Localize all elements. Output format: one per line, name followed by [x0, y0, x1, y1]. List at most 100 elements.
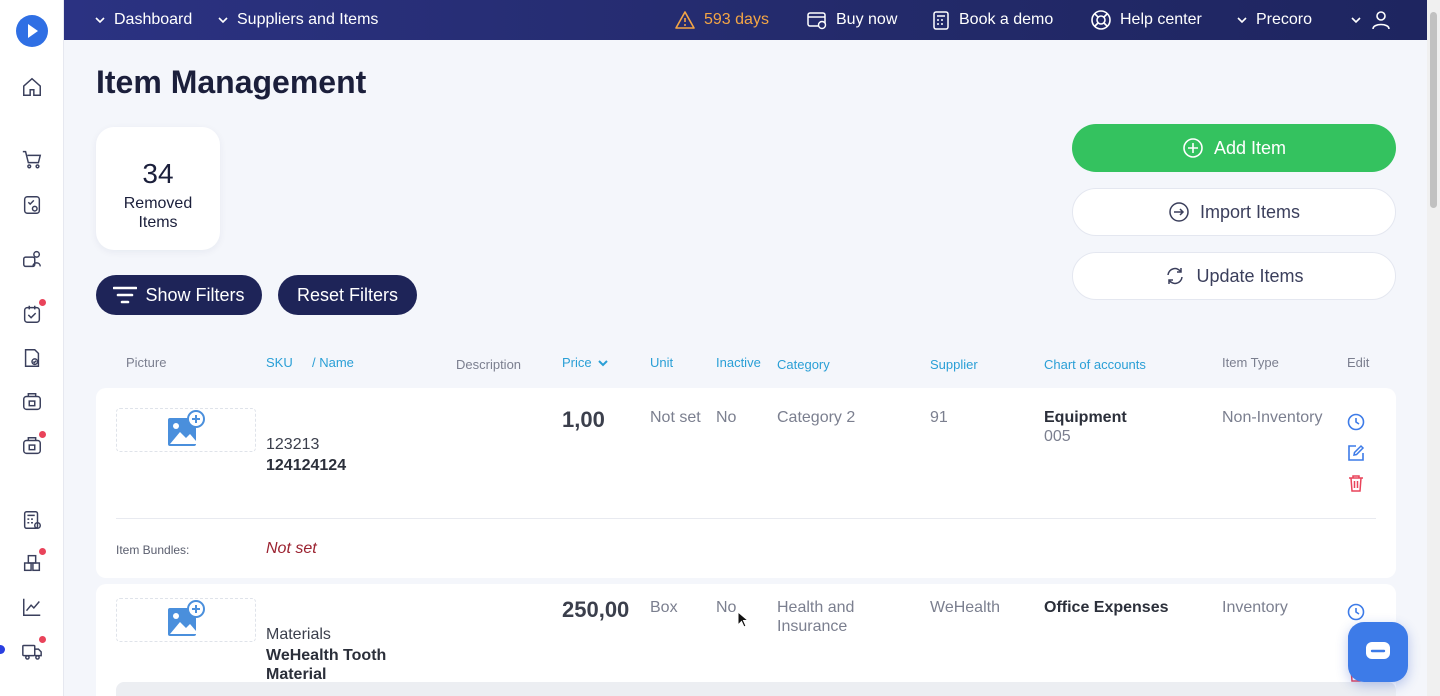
- item-unit: Box: [650, 599, 678, 616]
- item-price: 250,00: [562, 597, 630, 622]
- home-icon[interactable]: [20, 75, 44, 99]
- help-center-link[interactable]: Help center: [1090, 0, 1202, 40]
- row-divider: [116, 518, 1376, 519]
- header-unit[interactable]: Unit: [650, 355, 673, 370]
- notification-dot: [39, 431, 46, 438]
- header-sku[interactable]: SKU: [266, 355, 293, 370]
- chevron-down-icon: [1237, 17, 1247, 24]
- budgets-icon[interactable]: [20, 508, 44, 532]
- item-name-line1[interactable]: WeHealth Tooth: [266, 646, 386, 665]
- chat-widget-button[interactable]: [1348, 622, 1408, 682]
- approvals-icon[interactable]: [20, 299, 46, 326]
- payments-icon[interactable]: [20, 431, 46, 458]
- buy-now-label: Buy now: [836, 11, 898, 28]
- page-scrollbar[interactable]: [1427, 0, 1440, 696]
- header-description: Description: [456, 357, 522, 372]
- item-sku: Materials: [266, 626, 331, 643]
- header-price-label: Price: [562, 355, 592, 370]
- item-bundles-value: Not set: [266, 540, 317, 557]
- breadcrumb-dashboard-label: Dashboard: [114, 11, 193, 28]
- book-demo-label: Book a demo: [959, 11, 1054, 28]
- add-item-button[interactable]: Add Item: [1072, 124, 1396, 172]
- top-navigation-bar: Dashboard Suppliers and Items 593 days B…: [64, 0, 1427, 40]
- plus-circle-icon: [1183, 138, 1203, 158]
- company-switcher[interactable]: Precoro: [1236, 0, 1312, 40]
- trial-days-warning[interactable]: 593 days: [674, 0, 769, 40]
- lifebuoy-icon: [1091, 10, 1111, 30]
- header-item-type: Item Type: [1222, 355, 1279, 370]
- clock-icon: [1347, 603, 1365, 621]
- item-inactive: No: [716, 599, 737, 616]
- import-items-button[interactable]: Import Items: [1072, 188, 1396, 236]
- sort-down-icon: [597, 359, 608, 366]
- header-price[interactable]: Price: [562, 355, 609, 370]
- removed-items-label-2: Items: [138, 214, 178, 231]
- item-category: Category 2: [777, 409, 856, 426]
- trash-icon: [1349, 475, 1363, 492]
- add-item-label: Add Item: [1213, 137, 1287, 158]
- edit-button[interactable]: [1346, 443, 1366, 463]
- precoro-logo[interactable]: [16, 15, 48, 47]
- chevron-down-icon: [1351, 17, 1361, 24]
- header-category[interactable]: Category: [777, 357, 830, 372]
- item-account-code: 005: [1044, 428, 1071, 445]
- item-inactive: No: [716, 409, 737, 426]
- warning-icon: [675, 11, 695, 29]
- item-name[interactable]: 124124124: [266, 456, 346, 475]
- breadcrumb-dashboard[interactable]: Dashboard: [94, 0, 192, 40]
- breadcrumb-suppliers-label: Suppliers and Items: [237, 11, 379, 28]
- header-inactive[interactable]: Inactive: [716, 355, 761, 370]
- suppliers-icon[interactable]: [20, 247, 44, 271]
- update-items-button[interactable]: Update Items: [1072, 252, 1396, 300]
- requests-icon[interactable]: [20, 193, 44, 217]
- show-filters-label: Show Filters: [145, 284, 245, 305]
- chat-icon: [1366, 642, 1390, 659]
- page-title: Item Management: [96, 64, 367, 100]
- notification-dot: [39, 548, 46, 555]
- analytics-icon[interactable]: [20, 595, 44, 619]
- credit-card-icon: [807, 12, 827, 30]
- mouse-cursor-icon: [737, 611, 749, 628]
- removed-items-count: 34: [142, 158, 174, 189]
- removed-items-card[interactable]: 34 Removed Items: [96, 127, 220, 250]
- user-menu[interactable]: [1350, 0, 1392, 40]
- bottom-panel-edge: [116, 682, 1396, 696]
- inventory-icon[interactable]: [20, 548, 46, 575]
- receipt-icon[interactable]: [20, 390, 44, 414]
- book-demo-link[interactable]: Book a demo: [931, 0, 1053, 40]
- reset-filters-button[interactable]: Reset Filters: [278, 275, 417, 315]
- import-items-label: Import Items: [1199, 201, 1301, 222]
- calendar-icon: [933, 11, 949, 30]
- history-button[interactable]: [1346, 602, 1366, 622]
- filter-icon: [113, 286, 138, 304]
- trial-days-label: 593 days: [704, 11, 769, 28]
- removed-items-label-1: Removed: [123, 195, 193, 212]
- cart-icon[interactable]: [20, 147, 44, 171]
- delete-button[interactable]: [1346, 473, 1366, 493]
- sidebar: [0, 0, 64, 696]
- item-price: 1,00: [562, 407, 605, 432]
- buy-now-link[interactable]: Buy now: [806, 0, 897, 40]
- history-button[interactable]: [1346, 412, 1366, 432]
- notification-dot: [39, 299, 46, 306]
- edit-icon: [1348, 444, 1365, 461]
- header-name[interactable]: / Name: [312, 355, 354, 370]
- item-category-line1: Health and: [777, 599, 855, 616]
- item-picture-placeholder[interactable]: [116, 598, 256, 642]
- show-filters-button[interactable]: Show Filters: [96, 275, 262, 315]
- header-supplier[interactable]: Supplier: [930, 357, 978, 372]
- invoice-check-icon[interactable]: [20, 346, 44, 370]
- item-type: Inventory: [1222, 599, 1288, 616]
- item-picture-placeholder[interactable]: [116, 408, 256, 452]
- header-edit: Edit: [1347, 355, 1370, 370]
- import-icon: [1169, 202, 1189, 222]
- refresh-icon: [1167, 267, 1184, 285]
- scrollbar-thumb[interactable]: [1430, 12, 1437, 208]
- header-chart-of-accounts[interactable]: Chart of accounts: [1044, 357, 1146, 372]
- help-center-label: Help center: [1120, 11, 1202, 28]
- chevron-down-icon: [218, 17, 228, 24]
- delivery-icon[interactable]: [20, 636, 46, 663]
- item-unit: Not set: [650, 409, 701, 426]
- breadcrumb-suppliers[interactable]: Suppliers and Items: [217, 0, 378, 40]
- clock-icon: [1347, 413, 1365, 431]
